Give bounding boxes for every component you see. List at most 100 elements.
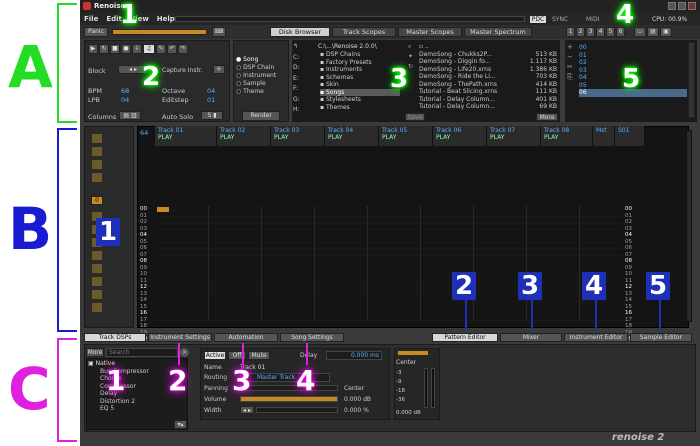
track-header[interactable]: Track 03 PLAY: [271, 126, 325, 146]
panning-slider[interactable]: [240, 385, 338, 391]
more-button[interactable]: More: [536, 113, 558, 121]
browser-path[interactable]: C:\...\Renoise 2.0.0\: [318, 43, 377, 50]
folder-item[interactable]: ▪ Schemas: [320, 74, 400, 82]
dsp-device-item[interactable]: EQ 5: [88, 405, 186, 413]
folder-item[interactable]: ▪ Stylesheets: [320, 96, 400, 104]
instrument-slot[interactable]: 00: [579, 44, 687, 52]
file-row[interactable]: DemoSong - Ride the Li... 703 KB: [419, 73, 557, 81]
tab-pattern-editor[interactable]: Pattern Editor: [432, 333, 498, 342]
master-track-header[interactable]: Mst: [593, 126, 615, 146]
pdc-badge[interactable]: PDC: [529, 15, 547, 24]
crosshair-icon[interactable]: ✛: [213, 65, 225, 74]
layout-button-4[interactable]: 4: [596, 27, 605, 37]
track-header[interactable]: Track 04 PLAY: [325, 126, 379, 146]
minimize-button[interactable]: [668, 2, 676, 10]
file-row[interactable]: DemoSong - Life20.xrns 1.386 KB: [419, 66, 557, 74]
add-instrument-icon[interactable]: +: [567, 42, 577, 52]
view-split-icon[interactable]: ▤: [647, 27, 659, 37]
lpb-value[interactable]: 04: [121, 96, 129, 104]
active-button[interactable]: Active: [204, 351, 226, 360]
octave-value[interactable]: 04: [207, 87, 215, 95]
sequence-slot[interactable]: [92, 173, 102, 182]
folder-item[interactable]: ▪ Factory Presets: [320, 59, 400, 67]
mute-button[interactable]: Mute: [248, 351, 270, 360]
file-row[interactable]: DemoSong - Diggin fo... 1.117 KB: [419, 58, 557, 66]
pattern-number[interactable]: 64: [140, 129, 148, 137]
capture-instr-label[interactable]: Capture Instr.: [162, 67, 203, 74]
dsp-scroll-stepper[interactable]: ▾▴: [174, 420, 187, 429]
folder-item[interactable]: ▪ Themes: [320, 104, 400, 112]
bpm-value[interactable]: 68: [121, 87, 129, 95]
redo-icon[interactable]: ↷: [178, 44, 188, 54]
note-grid[interactable]: [156, 206, 622, 321]
render-option-theme[interactable]: ○ Theme: [236, 88, 276, 96]
dsp-search-input[interactable]: Search: [106, 348, 178, 357]
sequence-position[interactable]: 0: [91, 196, 103, 205]
refresh-icon[interactable]: ↻: [408, 62, 417, 72]
view-full-icon[interactable]: ▣: [660, 27, 672, 37]
maximize-button[interactable]: [678, 2, 686, 10]
delay-field[interactable]: 0.000 ms: [326, 351, 382, 360]
file-row[interactable]: Tutorial - Delay Column... 69 KB: [419, 103, 557, 111]
undo-icon[interactable]: ↶: [167, 44, 177, 54]
track-header[interactable]: Track 05 PLAY: [379, 126, 433, 146]
routing-select[interactable]: Master Track: [240, 373, 330, 382]
save-button[interactable]: Save: [405, 113, 425, 121]
tab-instrument-settings[interactable]: Instrument Settings: [148, 333, 212, 342]
search-icon[interactable]: ⌕: [408, 42, 417, 52]
sequence-slot[interactable]: [92, 290, 102, 299]
track-header[interactable]: Track 08 PLAY: [541, 126, 593, 146]
layout-button-3[interactable]: 3: [586, 27, 595, 37]
send-track-header[interactable]: S01: [615, 126, 645, 146]
drive-f[interactable]: F:: [293, 84, 303, 95]
columns-toggle[interactable]: ▤ ▥: [119, 111, 141, 120]
copy-instrument-icon[interactable]: ⎘: [567, 72, 577, 82]
keyboard-icon[interactable]: ⌨: [212, 27, 226, 37]
sequence-slot[interactable]: [92, 134, 102, 143]
folder-item[interactable]: ▪ Skin: [320, 81, 400, 89]
render-option-song[interactable]: ● Song: [236, 56, 276, 64]
panic-button[interactable]: Panic: [84, 27, 108, 37]
edit-mode-icon[interactable]: ✎: [156, 44, 166, 54]
bookmark-icon[interactable]: ✦: [408, 52, 417, 62]
volume-slider[interactable]: [240, 396, 338, 402]
drive-up-icon[interactable]: ↰: [293, 42, 303, 53]
file-row[interactable]: DemoSong - Chukks2P... 513 KB: [419, 51, 557, 59]
view-toggle-icon[interactable]: ▭: [634, 27, 646, 37]
tab-master-scopes[interactable]: Master Scopes: [398, 27, 462, 37]
drive-d[interactable]: D:: [293, 63, 303, 74]
dsp-device-item[interactable]: Distortion 2: [88, 398, 186, 406]
track-header[interactable]: Track 01 PLAY: [155, 126, 217, 146]
tab-disk-browser[interactable]: Disk Browser: [270, 27, 330, 37]
layout-button-5[interactable]: 5: [606, 27, 615, 37]
metronome-icon[interactable]: ♫: [143, 44, 155, 54]
sequence-slot[interactable]: [92, 251, 102, 260]
layout-button-2[interactable]: 2: [576, 27, 585, 37]
render-option-sample[interactable]: ○ Sample: [236, 80, 276, 88]
render-option-instrument[interactable]: ○ Instrument: [236, 72, 276, 80]
tab-song-settings[interactable]: Song Settings: [280, 333, 344, 342]
instrument-slot[interactable]: 01: [579, 52, 687, 60]
drive-h[interactable]: H:: [293, 105, 303, 116]
dsp-close-icon[interactable]: ×: [180, 348, 189, 357]
loop-icon[interactable]: ↻: [99, 44, 109, 54]
remove-instrument-icon[interactable]: −: [567, 52, 577, 62]
dsp-more-button[interactable]: More: [86, 348, 104, 357]
track-header[interactable]: Track 07 PLAY: [487, 126, 541, 146]
tab-instrument-editor[interactable]: Instrument Editor: [564, 333, 628, 342]
track-header[interactable]: Track 06 PLAY: [433, 126, 487, 146]
folder-item[interactable]: ▪ DSP Chains: [320, 51, 400, 59]
width-stepper[interactable]: ◂ ▸: [240, 406, 254, 414]
render-option-dsp-chain[interactable]: ○ DSP Chain: [236, 64, 276, 72]
file-row[interactable]: DemoSong - ThePath.xrns 414 KB: [419, 81, 557, 89]
sequence-slot[interactable]: [92, 264, 102, 273]
record-icon[interactable]: ●: [121, 44, 131, 54]
play-icon[interactable]: ▶: [88, 44, 98, 54]
layout-button-1[interactable]: 1: [566, 27, 575, 37]
close-button[interactable]: [688, 2, 696, 10]
file-row[interactable]: Tutorial - Delay Column... 401 KB: [419, 96, 557, 104]
track-header[interactable]: Track 02 PLAY: [217, 126, 271, 146]
tab-mixer[interactable]: Mixer: [500, 333, 562, 342]
instrument-scrollbar[interactable]: [688, 42, 695, 118]
sequence-slot[interactable]: [92, 160, 102, 169]
